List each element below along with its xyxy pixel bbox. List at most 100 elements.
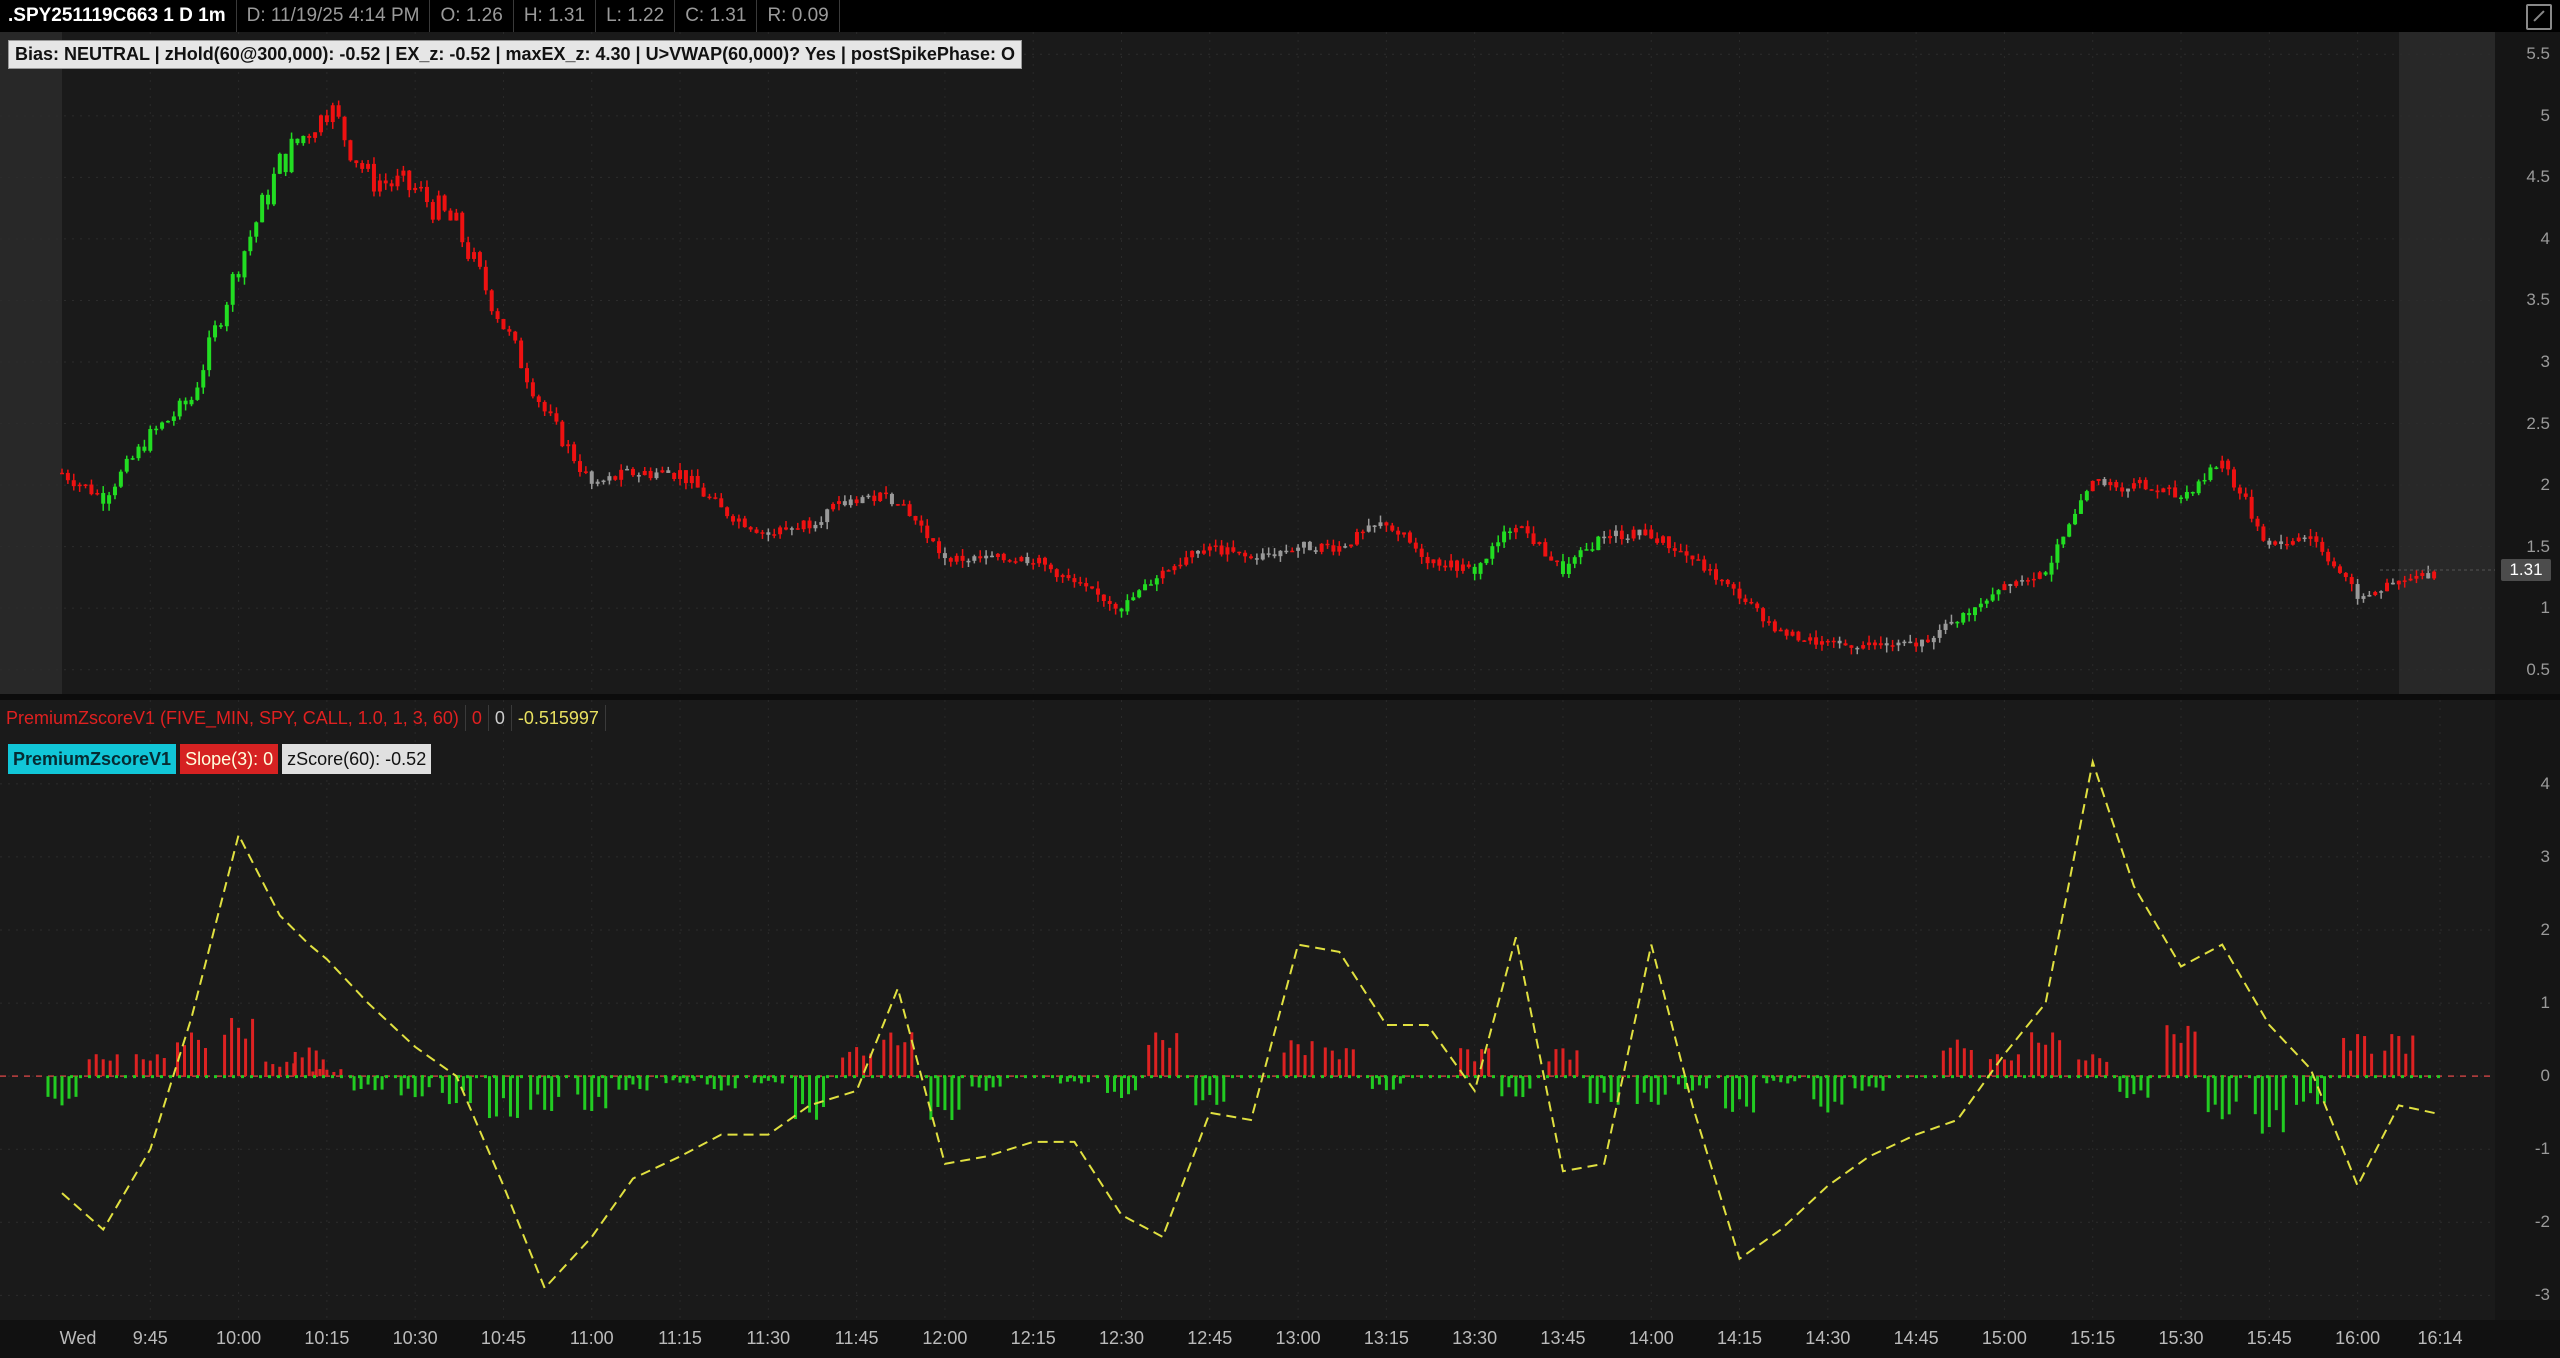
slope-zero-tick	[1609, 1075, 1612, 1079]
price-tick-label: 4	[2540, 228, 2550, 248]
candle-body	[1967, 613, 1972, 616]
slope-bar	[53, 1076, 57, 1099]
slope-bar	[1201, 1076, 1205, 1101]
candle-body	[1884, 643, 1889, 646]
price-chart-panel[interactable]	[0, 32, 2495, 694]
slope-zero-tick	[2014, 1075, 2017, 1079]
candle-body	[1555, 560, 1560, 563]
slope-zero-tick	[115, 1075, 118, 1079]
slope-zero-tick	[547, 1075, 550, 1079]
study-title[interactable]: PremiumZscoreV1 (FIVE_MIN, SPY, CALL, 1.…	[0, 705, 466, 731]
slope-zero-tick	[502, 1075, 505, 1079]
slope-bar	[759, 1076, 763, 1084]
slope-bar	[2309, 1076, 2313, 1094]
symbol-label[interactable]: .SPY251119C663 1 D 1m	[0, 0, 237, 32]
slope-zero-tick	[1600, 1075, 1603, 1079]
slope-zero-tick	[1501, 1075, 1504, 1079]
slope-zero-tick	[1861, 1075, 1864, 1079]
candle-body	[1360, 531, 1365, 534]
slope-bar	[1704, 1076, 1708, 1089]
slope-bar	[1663, 1076, 1667, 1095]
slope-zero-tick	[628, 1075, 631, 1079]
close-readout: C: 1.31	[675, 0, 758, 32]
slope-bar	[1731, 1076, 1735, 1112]
candle-body	[89, 484, 94, 495]
slope-bar	[2227, 1076, 2231, 1115]
slope-zero-tick	[2293, 1075, 2296, 1079]
slope-bar	[929, 1076, 933, 1120]
candle-body	[625, 468, 630, 471]
candle-body	[83, 484, 88, 487]
slope-zero-tick	[1096, 1075, 1099, 1079]
slope-zero-tick	[313, 1075, 316, 1079]
slope-zero-tick	[1708, 1075, 1711, 1079]
candle-body	[1419, 548, 1424, 557]
slope-bar	[1337, 1059, 1341, 1077]
candle-body	[2255, 518, 2260, 527]
slope-zero-tick	[754, 1075, 757, 1079]
candle-body	[472, 252, 477, 259]
slope-zero-tick	[1006, 1075, 1009, 1079]
slope-zero-tick	[1393, 1075, 1396, 1079]
slope-zero-tick	[808, 1075, 811, 1079]
slope-bar	[1941, 1050, 1945, 1077]
candle-body	[301, 135, 306, 144]
slope-bar	[447, 1076, 451, 1105]
slope-bar	[991, 1076, 995, 1088]
candle-body	[1808, 637, 1813, 641]
slope-bar	[841, 1057, 845, 1077]
slope-zero-tick	[2275, 1075, 2278, 1079]
candle-body	[1337, 546, 1342, 552]
slope-bar	[712, 1076, 716, 1090]
slope-zero-tick	[1528, 1075, 1531, 1079]
candle-body	[554, 413, 559, 422]
slope-zero-tick	[718, 1075, 721, 1079]
slope-zero-tick	[1438, 1075, 1441, 1079]
slope-zero-tick	[574, 1075, 577, 1079]
slope-bar	[406, 1076, 410, 1089]
candle-body	[160, 422, 165, 429]
candle-body	[407, 170, 412, 191]
candle-body	[1484, 558, 1489, 564]
slope-bar	[2132, 1076, 2136, 1095]
slope-bar	[60, 1076, 64, 1106]
time-label: Wed	[59, 1328, 97, 1348]
candle-body	[2084, 491, 2089, 501]
slope-zero-tick	[376, 1075, 379, 1079]
candle-body	[2120, 487, 2125, 492]
slope-bar	[2390, 1034, 2394, 1077]
slope-zero-tick	[2068, 1075, 2071, 1079]
study-axis[interactable]: 4 3 2 1 0 -1 -2 -3	[2495, 700, 2560, 1320]
slope-bar	[67, 1076, 71, 1099]
candle-body	[1937, 629, 1942, 638]
time-label: 13:15	[1363, 1328, 1409, 1348]
slope-bar	[1676, 1076, 1680, 1085]
expand-icon[interactable]	[2526, 4, 2552, 30]
time-axis[interactable]: Wed 9:45 10:00 10:15 10:30 10:45 11:00 11:15 11:…	[0, 1320, 2560, 1358]
candle-body	[2426, 573, 2431, 579]
slope-zero-tick	[2158, 1075, 2161, 1079]
candle-body	[2226, 460, 2231, 470]
price-axis[interactable]: 5.5 5 4.5 4 3.5 3 2.5 2 1.5 1 0.5	[2495, 32, 2560, 694]
slope-zero-tick	[988, 1075, 991, 1079]
candle-body	[1984, 600, 1989, 604]
slope-bar	[624, 1076, 628, 1091]
candle-body	[283, 153, 288, 173]
slope-zero-tick	[1456, 1075, 1459, 1079]
price-chart-svg[interactable]	[0, 32, 2495, 694]
legend-study-name: PremiumZscoreV1	[8, 744, 177, 774]
slope-zero-tick	[2176, 1075, 2179, 1079]
candle-body	[2020, 580, 2025, 582]
slope-zero-tick	[2437, 1075, 2440, 1079]
slope-zero-tick	[2131, 1075, 2134, 1079]
study-chart-svg[interactable]	[0, 700, 2495, 1320]
slope-zero-tick	[1843, 1075, 1846, 1079]
study-panel[interactable]	[0, 700, 2495, 1320]
slope-zero-tick	[2392, 1075, 2395, 1079]
time-label: 11:30	[746, 1328, 791, 1348]
time-label: 15:30	[2158, 1328, 2204, 1348]
candle-body	[872, 495, 877, 502]
candle-body	[1131, 597, 1136, 601]
candle-body	[366, 163, 371, 169]
slope-zero-tick	[1825, 1075, 1828, 1079]
